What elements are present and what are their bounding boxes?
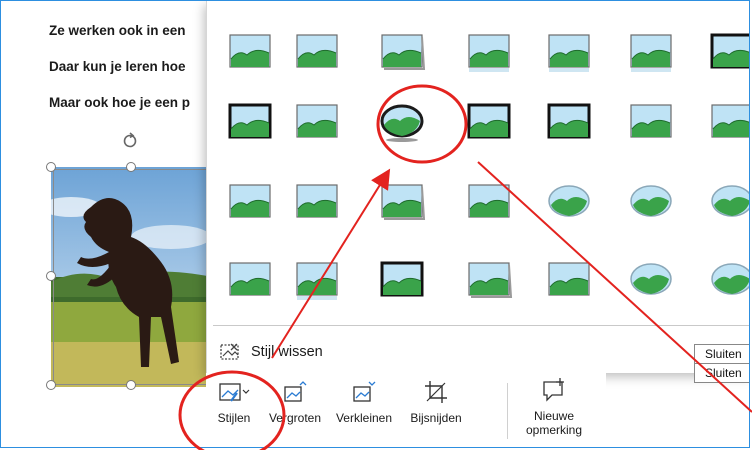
picture-style-rounded-metal[interactable] [626,257,676,301]
clear-style-button[interactable]: Stijl wissen [219,337,323,367]
picture-style-center-shadow[interactable] [464,257,514,301]
picture-toolbar: Stijlen Vergroten Verkleinen Bijsnijden … [206,373,606,447]
picture-style-thick-black-frame[interactable] [707,29,750,73]
document-line-2: Daar kun je leren hoe [49,59,186,74]
picture-style-oval-edge[interactable] [707,257,750,301]
picture-styles-gallery: Stijl wissen [206,1,750,373]
picture-styles-icon [219,383,250,402]
image-selection-box [53,169,211,385]
document-line-3: Maar ook hoe je een p [49,95,191,110]
picture-style-soft-edge-rect[interactable] [626,99,676,143]
clear-style-label: Stijl wissen [251,344,323,360]
picture-style-thin-black[interactable] [544,99,594,143]
crop-label: Bijsnijden [410,411,462,425]
app-window: Ze werken ook in een Daar kun je leren h… [0,0,750,448]
send-backward-icon [353,381,376,402]
picture-style-thick-black[interactable] [225,99,275,143]
picture-style-simple-frame[interactable] [225,29,275,73]
picture-style-frame-shadow[interactable] [377,29,427,73]
new-comment-icon [543,378,564,402]
picture-style-relaxed-perspective[interactable] [544,257,594,301]
picture-style-simple-white[interactable] [292,99,342,143]
picture-style-bevel-oval[interactable] [626,179,676,223]
crop-button[interactable]: Bijsnijden [403,379,469,425]
picture-style-soft-oval[interactable] [544,179,594,223]
new-comment-button[interactable]: Nieuwe opmerking [518,377,590,437]
close-tooltip-1: Sluiten [694,344,749,364]
close-tooltip-2: Sluiten [694,363,749,383]
picture-style-reflected-bevel[interactable] [626,29,676,73]
picture-style-rotated-shadow[interactable] [377,179,427,223]
picture-style-skewed[interactable] [225,257,275,301]
styles-button[interactable]: Stijlen [210,379,258,425]
resize-handle-top[interactable] [126,162,136,172]
resize-handle-top-left[interactable] [46,162,56,172]
picture-style-soft-edge[interactable] [292,29,342,73]
bring-forward-icon [284,381,307,402]
toolbar-separator [507,383,508,439]
picture-style-snip-corner[interactable] [707,99,750,143]
new-comment-label: Nieuwe opmerking [525,409,583,437]
resize-handle-bottom-left[interactable] [46,380,56,390]
clear-style-icon [220,343,239,360]
picture-style-reflected-soft[interactable] [544,29,594,73]
send-backward-label: Verkleinen [335,411,393,425]
picture-style-oval-reflection[interactable] [377,99,427,143]
picture-style-snip-diagonal[interactable] [225,179,275,223]
picture-style-beveled-round[interactable] [707,179,750,223]
picture-style-metal-frame[interactable] [377,257,427,301]
picture-style-rotated-white[interactable] [292,179,342,223]
picture-style-reflected[interactable] [464,29,514,73]
bring-forward-button[interactable]: Vergroten [266,379,324,425]
picture-style-double-frame[interactable] [464,99,514,143]
document-line-1: Ze werken ook in een [49,23,186,38]
resize-handle-bottom[interactable] [126,380,136,390]
send-backward-button[interactable]: Verkleinen [331,379,397,425]
crop-icon [425,381,447,403]
rotate-handle-icon[interactable] [121,131,139,149]
bring-forward-label: Vergroten [268,411,322,425]
gallery-divider [213,325,749,326]
picture-style-perspective[interactable] [464,179,514,223]
styles-label: Stijlen [217,411,251,425]
picture-style-reflected-perspective[interactable] [292,257,342,301]
resize-handle-left[interactable] [46,271,56,281]
